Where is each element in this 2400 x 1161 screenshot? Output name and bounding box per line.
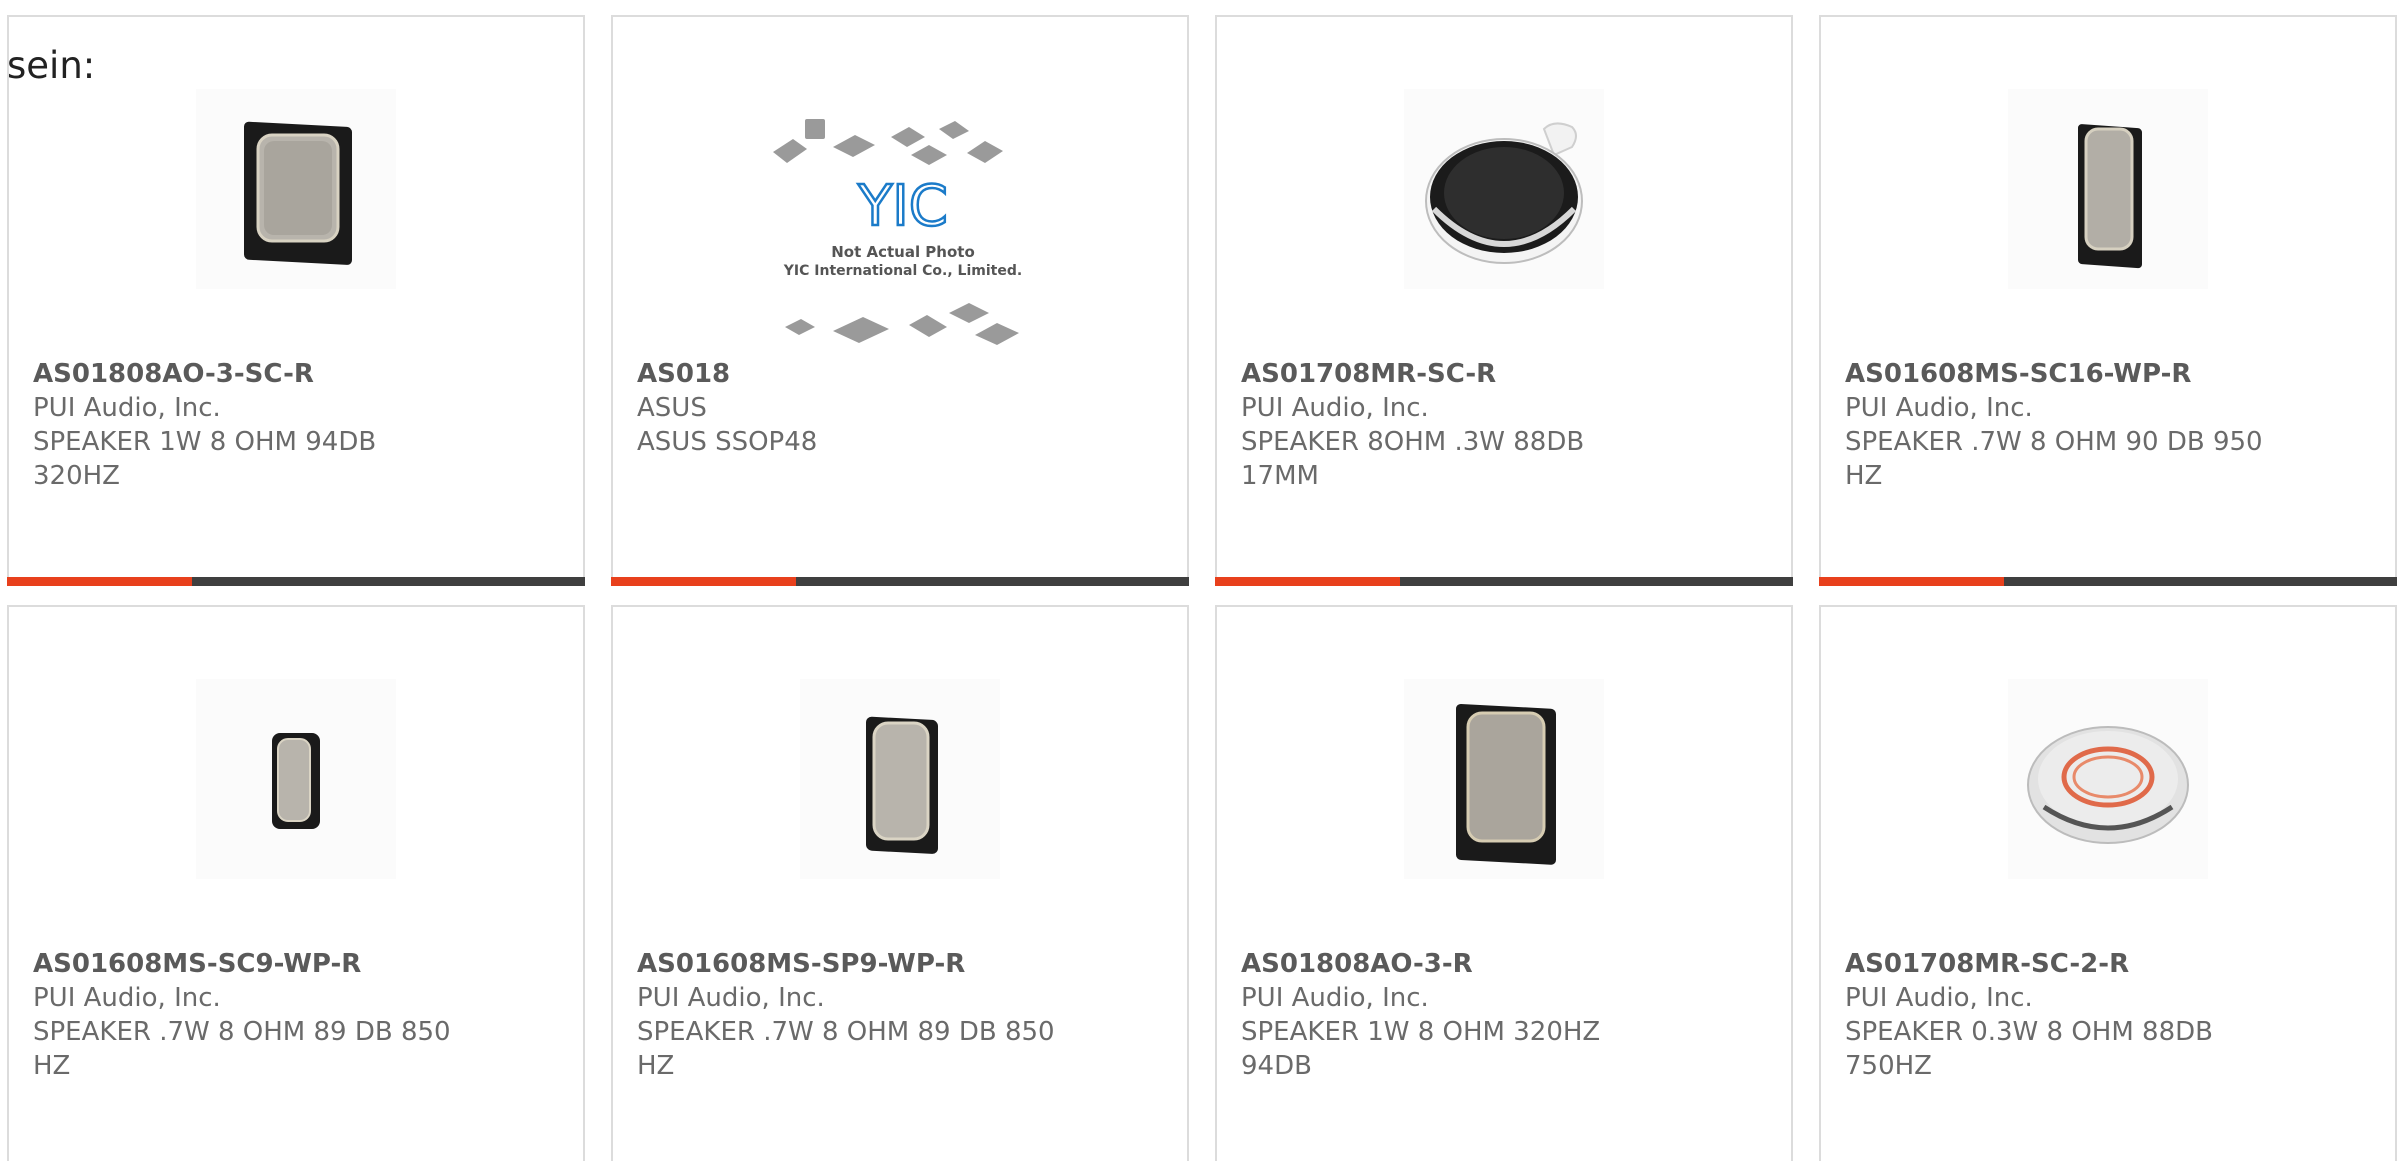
description: SPEAKER .7W 8 OHM 89 DB 850 HZ	[33, 1017, 451, 1081]
product-card[interactable]: AS01608MS-SP9-WP-R PUI Audio, Inc. SPEAK…	[611, 605, 1189, 1161]
progress-fill	[7, 577, 192, 586]
product-card[interactable]: AS01708MR-SC-R PUI Audio, Inc. SPEAKER 8…	[1215, 15, 1793, 586]
progress-bar	[611, 577, 1189, 586]
product-image[interactable]: YIC Not Actual Photo YIC International C…	[763, 97, 1043, 377]
description: SPEAKER 0.3W 8 OHM 88DB 750HZ	[1845, 1017, 2213, 1081]
round-speaker-icon	[1425, 122, 1583, 264]
description: SPEAKER 1W 8 OHM 94DB 320HZ	[33, 427, 377, 491]
progress-fill	[611, 577, 796, 586]
part-number[interactable]: AS01808AO-3-SC-R	[33, 357, 453, 391]
product-card[interactable]: AS01608MS-SC9-WP-R PUI Audio, Inc. SPEAK…	[7, 605, 585, 1161]
product-grid: sein: AS01808AO-3-SC-R PUI Audio, Inc. S…	[0, 0, 2400, 1161]
yic-placeholder-image: YIC Not Actual Photo YIC International C…	[773, 119, 1022, 345]
description: SPEAKER 8OHM .3W 88DB 17MM	[1241, 427, 1585, 491]
product-card[interactable]: AS01808AO-3-SC-R PUI Audio, Inc. SPEAKER…	[7, 15, 585, 586]
part-number[interactable]: AS01608MS-SP9-WP-R	[637, 947, 1057, 981]
rectangular-speaker-icon	[1456, 703, 1556, 865]
progress-bar	[1819, 577, 2397, 586]
description: SPEAKER 1W 8 OHM 320HZ 94DB	[1241, 1017, 1601, 1081]
transparent-round-speaker-icon	[2027, 726, 2189, 844]
product-image[interactable]	[196, 679, 396, 879]
part-number[interactable]: AS018	[637, 357, 1057, 391]
part-number[interactable]: AS01708MR-SC-2-R	[1845, 947, 2265, 981]
product-image[interactable]	[196, 89, 396, 289]
description: SPEAKER .7W 8 OHM 90 DB 950 HZ	[1845, 427, 2263, 491]
progress-fill	[1215, 577, 1400, 586]
progress-fill	[1819, 577, 2004, 586]
manufacturer: PUI Audio, Inc.	[1845, 983, 2033, 1013]
svg-text:Not Actual Photo: Not Actual Photo	[831, 243, 975, 261]
progress-bar	[7, 577, 585, 586]
product-image[interactable]	[800, 679, 1000, 879]
narrow-speaker-icon	[2078, 124, 2142, 269]
manufacturer: PUI Audio, Inc.	[33, 983, 221, 1013]
product-card[interactable]: AS01708MR-SC-2-R PUI Audio, Inc. SPEAKER…	[1819, 605, 2397, 1161]
description: ASUS SSOP48	[637, 427, 818, 457]
product-image[interactable]	[1404, 679, 1604, 879]
product-card[interactable]: YIC Not Actual Photo YIC International C…	[611, 15, 1189, 586]
product-card[interactable]: AS01808AO-3-R PUI Audio, Inc. SPEAKER 1W…	[1215, 605, 1793, 1161]
product-image[interactable]	[1404, 89, 1604, 289]
part-number[interactable]: AS01608MS-SC16-WP-R	[1845, 357, 2265, 391]
manufacturer: PUI Audio, Inc.	[1241, 393, 1429, 423]
product-image[interactable]	[2008, 89, 2208, 289]
product-image[interactable]	[2008, 679, 2208, 879]
svg-text:YIC: YIC	[857, 174, 948, 239]
manufacturer: PUI Audio, Inc.	[1241, 983, 1429, 1013]
part-number[interactable]: AS01608MS-SC9-WP-R	[33, 947, 453, 981]
manufacturer: PUI Audio, Inc.	[1845, 393, 2033, 423]
part-number[interactable]: AS01808AO-3-R	[1241, 947, 1661, 981]
manufacturer: ASUS	[637, 393, 707, 423]
stray-label: sein:	[7, 44, 96, 87]
rectangular-speaker-icon	[866, 716, 938, 854]
rectangular-speaker-icon	[244, 121, 352, 265]
svg-text:YIC International Co., Limited: YIC International Co., Limited.	[783, 263, 1022, 279]
product-card[interactable]: AS01608MS-SC16-WP-R PUI Audio, Inc. SPEA…	[1819, 15, 2397, 586]
manufacturer: PUI Audio, Inc.	[637, 983, 825, 1013]
progress-bar	[1215, 577, 1793, 586]
manufacturer: PUI Audio, Inc.	[33, 393, 221, 423]
description: SPEAKER .7W 8 OHM 89 DB 850 HZ	[637, 1017, 1055, 1081]
part-number[interactable]: AS01708MR-SC-R	[1241, 357, 1661, 391]
small-speaker-icon	[272, 733, 320, 829]
